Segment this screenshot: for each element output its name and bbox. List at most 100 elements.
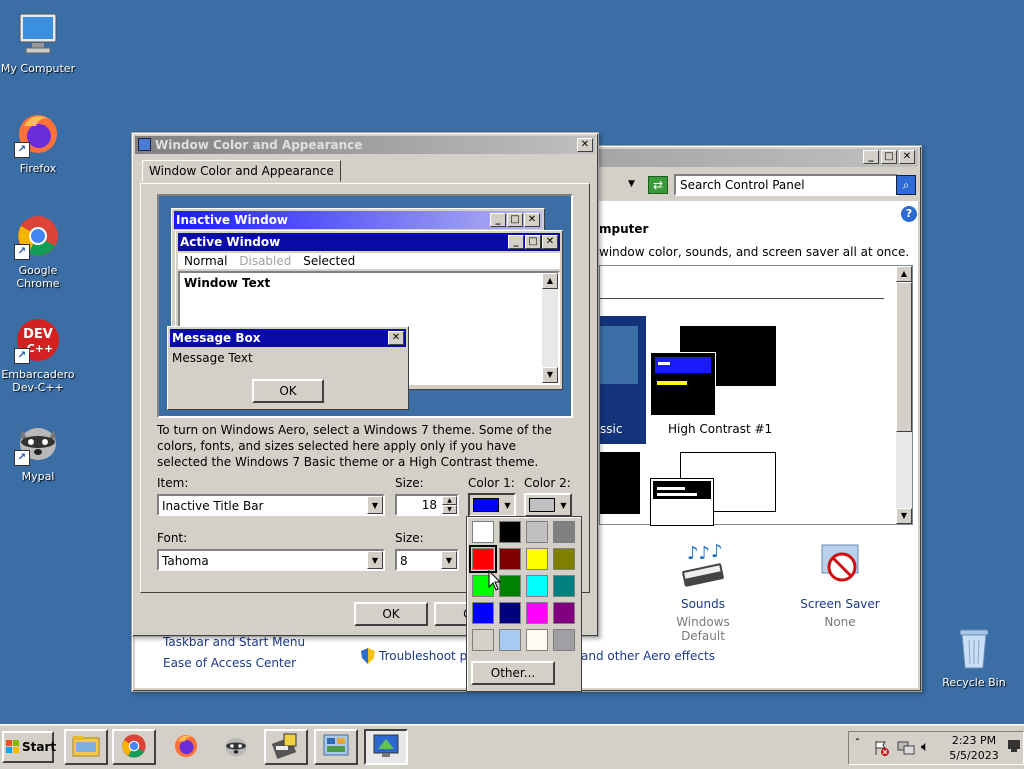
close-icon[interactable]: ✕ [577,138,593,152]
color-swatch[interactable] [499,629,521,651]
maximize-icon[interactable]: □ [881,150,897,164]
sounds-item[interactable]: ♪♪ ♪ Sounds Windows Default [661,541,745,643]
preview-msgbox-title: Message Box [172,331,261,345]
folder-icon [72,734,100,761]
windows-logo-icon [6,740,20,754]
desktop-icon-label: Firefox [19,162,57,175]
desktop-icon-devcpp[interactable]: DEV C++ ↗ Embarcadero Dev-C++ [0,316,80,394]
color-swatch[interactable] [499,602,521,624]
color-swatch[interactable] [526,548,548,570]
color-swatch[interactable] [526,521,548,543]
clock-date: 5/5/2023 [949,749,999,762]
gallery-scrollbar[interactable]: ▲ ▼ [896,266,912,524]
start-button[interactable]: Start [2,731,57,763]
link-aero-effects[interactable]: and other Aero effects [581,649,715,663]
desktop-icon-mypal[interactable]: ↗ Mypal [0,418,80,483]
color-swatch[interactable] [553,629,575,651]
clock[interactable]: 2:23 PM 5/5/2023 [945,733,1003,763]
theme-gallery: ssic High Contrast #1 ▲ ▼ [599,265,913,526]
color-swatch[interactable] [472,521,494,543]
search-icon[interactable]: ⌕ [896,175,916,195]
volume-icon[interactable]: 🔈︎ [921,739,929,755]
color1-button[interactable]: ▼ [468,493,516,517]
preview-message-box[interactable]: Message Box ✕ Message Text OK [167,326,409,410]
color-swatch[interactable] [553,602,575,624]
color-swatch[interactable] [499,548,521,570]
theme-tile-3[interactable] [600,452,640,514]
other-color-button[interactable]: Other... [471,661,555,685]
minimize-icon[interactable]: _ [863,150,879,164]
desktop-icon-firefox[interactable]: ↗ Firefox [0,110,80,175]
taskbar-personalization[interactable] [364,729,408,765]
taskbar-control-panel[interactable] [314,729,358,765]
color-swatch[interactable] [499,575,521,597]
start-label: Start [22,740,57,754]
preview-area[interactable]: Inactive Window _ □ ✕ Active Window _ □ … [157,194,573,418]
size-spinner[interactable]: 18 ▲ ▼ [395,494,459,516]
color-swatch[interactable] [472,602,494,624]
taskbar-chrome[interactable] [112,729,156,765]
taskbar-firefox[interactable] [164,729,208,765]
screen-saver-value: None [824,615,856,629]
search-input[interactable]: Search Control Panel [674,174,898,196]
taskbar-app-5[interactable] [264,729,308,765]
help-icon[interactable]: ? [901,206,917,222]
dialog-titlebar[interactable]: Window Color and Appearance [135,136,595,154]
item-select[interactable]: Inactive Title Bar ▼ [157,494,385,516]
spin-up-icon[interactable]: ▲ [442,496,457,505]
refresh-icon[interactable]: ⇄ [648,176,668,194]
ok-button[interactable]: OK [354,602,428,626]
color-swatch[interactable] [526,575,548,597]
theme-tile-classic[interactable]: ssic [600,316,646,444]
chevron-down-icon[interactable]: ▼ [367,551,383,569]
shortcut-arrow-icon: ↗ [14,348,30,364]
program-icon [271,732,300,763]
color-swatch[interactable] [499,521,521,543]
link-ease-of-access[interactable]: Ease of Access Center [163,656,296,670]
screen-saver-icon [795,541,885,593]
color2-button[interactable]: ▼ [524,493,572,517]
color1-label: Color 1: [468,476,515,490]
scroll-down-icon[interactable]: ▼ [896,508,912,524]
taskbar-explorer[interactable] [64,729,108,765]
chevron-down-icon[interactable]: ▼ [367,496,383,514]
show-desktop-icon[interactable] [1007,738,1021,757]
scroll-up-icon[interactable]: ▲ [896,266,912,282]
color-swatch[interactable] [553,548,575,570]
minimize-icon: _ [490,213,506,227]
action-center-flag-icon[interactable] [873,740,889,759]
theme-tile-high-contrast-1[interactable]: High Contrast #1 [650,326,776,436]
font-size-select[interactable]: 8 ▼ [395,549,459,571]
scroll-thumb[interactable] [896,282,912,432]
show-hidden-icons-icon[interactable]: ˆ [855,738,860,749]
link-taskbar-start-menu[interactable]: Taskbar and Start Menu [163,635,305,649]
chrome-icon: ↗ [14,212,62,260]
desktop-icon-chrome[interactable]: ↗ Google Chrome [0,212,80,290]
firefox-icon: ↗ [14,110,62,158]
close-icon[interactable]: ✕ [899,150,915,164]
theme-tile-4[interactable] [650,452,776,526]
font-select[interactable]: Tahoma ▼ [157,549,385,571]
color-swatch[interactable] [469,545,497,573]
font-label: Font: [157,531,188,545]
screen-saver-item[interactable]: Screen Saver None [795,541,885,629]
desktop-icon-label: Google Chrome [16,264,60,290]
devcpp-icon: DEV C++ ↗ [14,316,62,364]
color-swatch[interactable] [553,521,575,543]
color-swatch[interactable] [553,575,575,597]
tab-window-color-appearance[interactable]: Window Color and Appearance [142,160,341,182]
network-icon[interactable] [897,740,915,759]
chevron-down-icon[interactable]: ▼ [441,551,457,569]
color-swatch[interactable] [526,602,548,624]
dialog-app-icon [138,138,151,151]
color-swatch[interactable] [472,629,494,651]
scroll-up-icon: ▲ [542,273,558,289]
taskbar-mypal[interactable] [214,729,258,765]
spin-down-icon[interactable]: ▼ [442,505,457,514]
color-swatch[interactable] [526,629,548,651]
address-dropdown-arrow-icon[interactable]: ▼ [628,179,635,189]
desktop-icon-recycle-bin[interactable]: Recycle Bin [932,624,1016,689]
desktop-icon-my-computer[interactable]: My Computer [0,10,80,75]
color2-label: Color 2: [524,476,571,490]
preview-inactive-titlebar: Inactive Window [174,211,542,229]
